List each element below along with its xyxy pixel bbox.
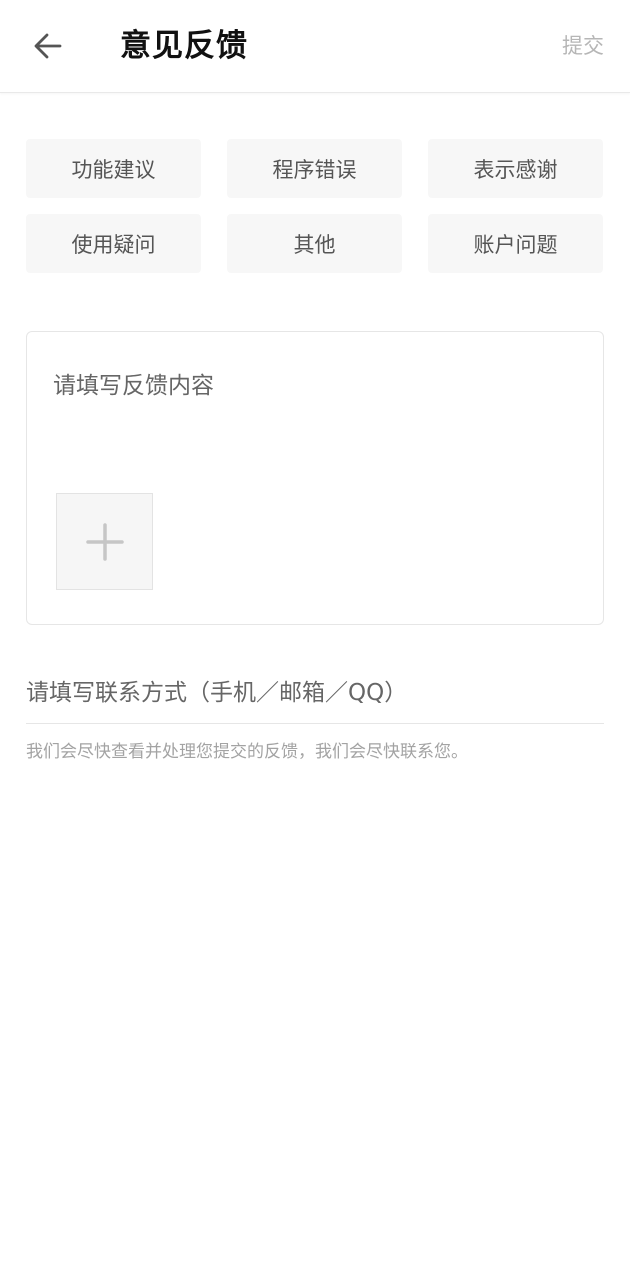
app-header: 意见反馈 提交	[0, 0, 630, 93]
plus-icon	[85, 522, 124, 561]
category-feature-suggestion[interactable]: 功能建议	[26, 139, 201, 198]
hint-text: 我们会尽快查看并处理您提交的反馈，我们会尽快联系您。	[26, 742, 468, 762]
page-title: 意见反馈	[120, 28, 248, 64]
feedback-box: 请填写反馈内容	[26, 331, 604, 625]
category-account-issue[interactable]: 账户问题	[428, 214, 603, 273]
category-other[interactable]: 其他	[227, 214, 402, 273]
contact-input[interactable]: 请填写联系方式（手机／邮箱／QQ）	[26, 667, 604, 724]
category-usage-question[interactable]: 使用疑问	[26, 214, 201, 273]
add-image-button[interactable]	[56, 493, 153, 590]
arrow-left-icon	[34, 33, 62, 59]
category-bug-report[interactable]: 程序错误	[227, 139, 402, 198]
category-thanks[interactable]: 表示感谢	[428, 139, 603, 198]
back-button[interactable]	[24, 22, 72, 70]
feedback-input[interactable]: 请填写反馈内容	[53, 370, 573, 402]
category-grid: 功能建议 程序错误 表示感谢 使用疑问 其他 账户问题	[26, 139, 604, 273]
submit-button[interactable]: 提交	[562, 30, 604, 62]
